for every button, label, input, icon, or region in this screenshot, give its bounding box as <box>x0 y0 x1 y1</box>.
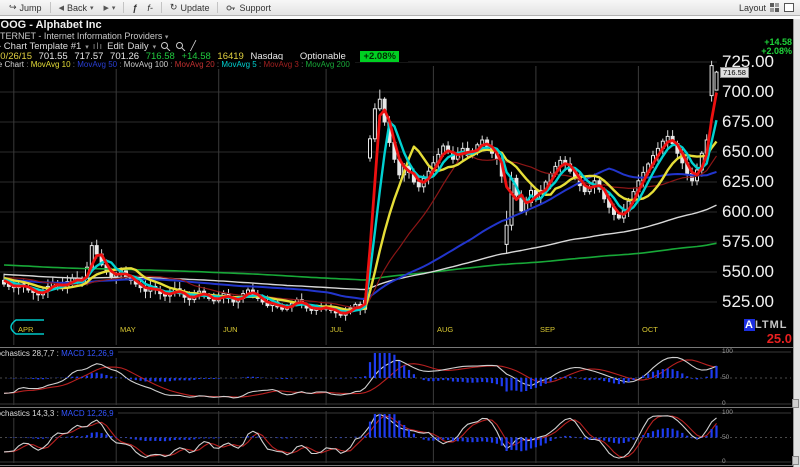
legend-separator: : <box>168 60 175 69</box>
change-pct-badge: +2.08% <box>360 51 399 62</box>
scale-button-t2[interactable]: T <box>762 319 770 331</box>
forward-dropdown-icon: ▾ <box>112 4 116 12</box>
legend-item[interactable]: MovAvg 3 <box>263 60 298 69</box>
price-axis-label: 650.00 <box>722 142 774 162</box>
panel-separators <box>0 348 793 466</box>
legend-separator: : <box>117 60 124 69</box>
indicator-panel-1 <box>4 353 717 398</box>
forward-icon: ▶ <box>103 4 108 12</box>
legend-item[interactable]: MovAvg 5 <box>221 60 256 69</box>
ma-20-line <box>4 154 717 308</box>
scale-button-l4[interactable]: L <box>780 319 788 331</box>
panel-tick-label: 100 <box>722 348 733 355</box>
back-dropdown-icon: ▾ <box>90 4 94 12</box>
scale-buttons: ALTML <box>744 319 788 331</box>
panel-tick-label: 0 <box>722 458 726 465</box>
sector-dropdown-icon: ▾ <box>165 34 169 41</box>
sector-dropdown[interactable]: INTERNET - Internet Information Provider… <box>0 31 173 41</box>
toolbar-separator <box>123 2 124 13</box>
panel2-scroll-handle[interactable] <box>792 456 799 465</box>
price-axis-label: 625.00 <box>722 172 774 192</box>
forward-button[interactable]: ▶ ▾ <box>98 3 120 13</box>
chart-canvas[interactable] <box>0 19 793 467</box>
indicator-panel-2 <box>4 414 717 458</box>
ma-10-line <box>4 142 717 310</box>
legend-item[interactable]: MovAvg 100 <box>124 60 168 69</box>
legend-item[interactable]: MovAvg 50 <box>77 60 117 69</box>
trading-app-window: ↪ Jump ◀ Back ▾ ▶ ▾ ƒ f- ↻ Update <box>0 0 800 467</box>
back-icon: ◀ <box>59 4 64 12</box>
template-dropdown-icon: ▾ <box>85 43 89 51</box>
month-label: AUG <box>437 325 453 334</box>
price-axis-label: 700.00 <box>722 82 774 102</box>
layout-label: Layout <box>739 3 766 13</box>
candles <box>3 61 719 321</box>
toolbar-separator <box>50 2 51 13</box>
panel-tick-label: 100 <box>722 409 733 416</box>
panel-tick-label: 0 <box>722 400 726 407</box>
panel-tick-label: 50 <box>722 434 729 441</box>
formula2-button[interactable]: f- <box>142 2 158 14</box>
price-axis-label: 675.00 <box>722 112 774 132</box>
scale-button-a0[interactable]: A <box>744 319 755 331</box>
layout-single-icon[interactable] <box>784 3 794 12</box>
scale-button-m3[interactable]: M <box>770 319 780 331</box>
month-label: SEP <box>540 325 555 334</box>
month-label: JUL <box>330 325 343 334</box>
update-button[interactable]: ↻ Update <box>165 1 215 14</box>
stoch-panel-1-label[interactable]: Stochastics 28,7,7 : MACD 12,26,9 <box>0 349 118 358</box>
legend-item[interactable]: MovAvg 10 <box>31 60 71 69</box>
period-dropdown-icon: ▾ <box>153 43 157 51</box>
axis-bottom-value: 25.0 <box>748 331 792 346</box>
price-axis-label: 550.00 <box>722 262 774 282</box>
legend-separator: : <box>299 60 306 69</box>
jump-button[interactable]: ↪ Jump <box>4 1 47 14</box>
symbol-title: GOOG - Alphabet Inc <box>0 19 107 31</box>
toolbar-separator <box>217 2 218 13</box>
key-icon <box>226 3 236 13</box>
panel-tick-label: 50 <box>722 374 729 381</box>
last-price-marker: 716.58 <box>720 67 749 78</box>
panel1-scroll-handle[interactable] <box>792 399 799 408</box>
legend-item[interactable]: Price Chart <box>0 60 24 69</box>
month-label: MAY <box>120 325 136 334</box>
month-label: APR <box>18 325 33 334</box>
main-toolbar: ↪ Jump ◀ Back ▾ ▶ ▾ ƒ f- ↻ Update <box>0 0 800 16</box>
jump-icon: ↪ <box>9 2 17 13</box>
fx-icon: ƒ <box>132 3 137 13</box>
formula-button[interactable]: ƒ <box>127 2 142 14</box>
update-icon: ↻ <box>170 2 178 13</box>
month-label: JUN <box>223 325 238 334</box>
support-button[interactable]: Support <box>221 2 276 14</box>
scale-button-l1[interactable]: L <box>755 319 762 331</box>
back-button[interactable]: ◀ Back ▾ <box>54 2 99 14</box>
price-axis-label: 575.00 <box>722 232 774 252</box>
legend-separator: : <box>24 60 31 69</box>
price-axis-label: 525.00 <box>722 292 774 312</box>
month-label: OCT <box>642 325 658 334</box>
legend-line: Price Chart : MovAvg 10 : MovAvg 50 : Mo… <box>0 60 355 69</box>
price-axis-label: 600.00 <box>722 202 774 222</box>
legend-item[interactable]: MovAvg 20 <box>175 60 215 69</box>
toolbar-separator <box>161 2 162 13</box>
fx2-icon: f- <box>147 3 153 13</box>
gridlines <box>0 62 791 463</box>
ma-5-line <box>4 120 717 311</box>
axis-change-pct: +2.08% <box>712 46 792 56</box>
legend-item[interactable]: MovAvg 200 <box>306 60 350 69</box>
stoch-panel-2-label[interactable]: Stochastics 14,3,3 : MACD 12,26,9 <box>0 409 118 418</box>
layout-grid-icon[interactable] <box>770 3 780 12</box>
